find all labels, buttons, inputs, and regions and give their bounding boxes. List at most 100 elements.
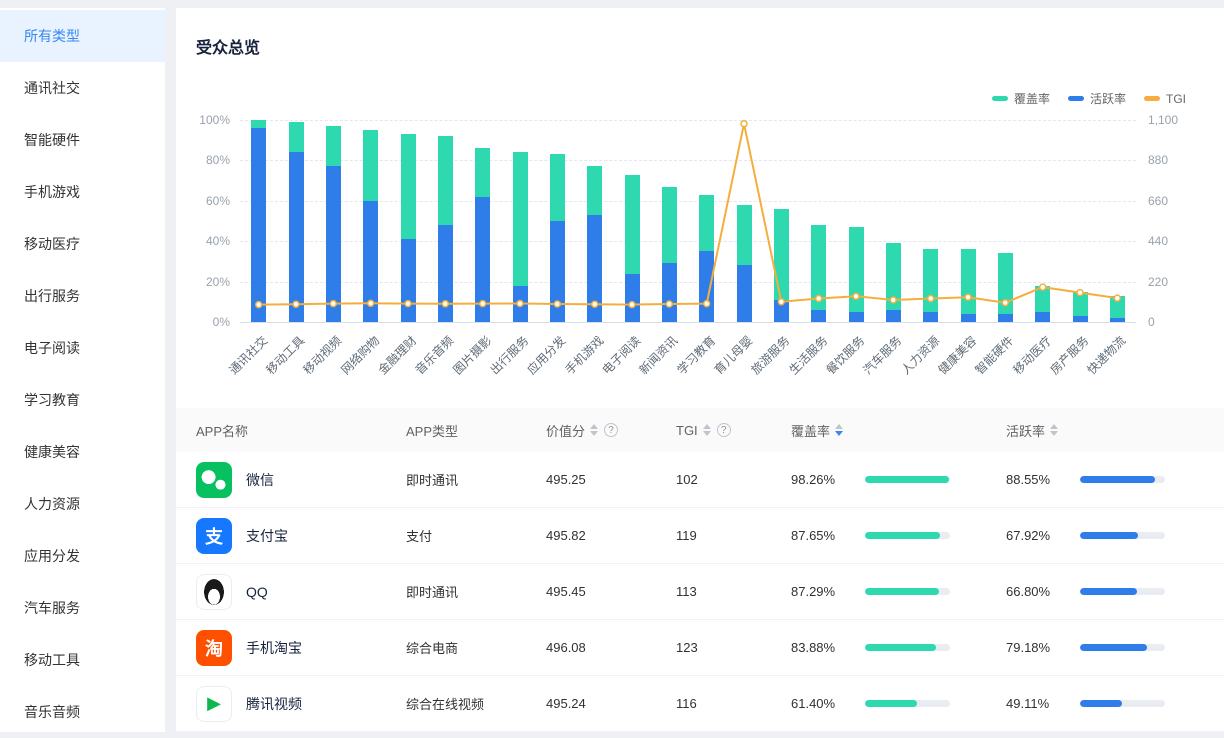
sidebar-item[interactable]: 所有类型 (0, 10, 165, 62)
coverage-bar (865, 532, 950, 539)
sidebar-item[interactable]: 移动医疗 (0, 218, 165, 270)
app-type-cell: 即时通讯 (406, 470, 546, 489)
sidebar-item[interactable]: 智能硬件 (0, 114, 165, 166)
app-name: 手机淘宝 (246, 638, 302, 658)
table-header: APP名称APP类型价值分?TGI?覆盖率活跃率 (176, 408, 1224, 452)
activity-bar-fill (1080, 644, 1147, 651)
sort-carets[interactable] (1050, 424, 1058, 436)
sidebar-item[interactable]: 音乐音频 (0, 686, 165, 738)
sort-desc-icon[interactable] (835, 431, 843, 436)
x-axis-label: 快递物流 (1083, 332, 1129, 378)
chart-legend: 覆盖率 活跃率 TGI (992, 90, 1186, 107)
y-axis-label-right: 880 (1148, 153, 1168, 167)
app-type-cell: 综合在线视频 (406, 694, 546, 713)
taobao-icon: 淘 (196, 630, 232, 666)
x-axis-label: 手机游戏 (561, 332, 607, 378)
legend-marker (1068, 96, 1084, 101)
activity-cell: 79.18% (1006, 640, 1204, 655)
tgi-point (704, 301, 710, 307)
sort-carets[interactable] (703, 424, 711, 436)
y-axis-label-left: 100% (199, 113, 230, 127)
sort-carets[interactable] (590, 424, 598, 436)
activity-value: 66.80% (1006, 584, 1070, 599)
app-name: 腾讯视频 (246, 694, 302, 714)
sort-asc-icon[interactable] (835, 424, 843, 429)
x-axis-label: 生活服务 (785, 332, 831, 378)
column-header-name: APP名称 (196, 421, 406, 440)
sort-asc-icon[interactable] (590, 424, 598, 429)
column-header-cov[interactable]: 覆盖率 (791, 421, 1006, 440)
tgi-point (1114, 295, 1120, 301)
sidebar-item[interactable]: 移动工具 (0, 634, 165, 686)
sidebar-item[interactable]: 学习教育 (0, 374, 165, 426)
sidebar-item[interactable]: 电子阅读 (0, 322, 165, 374)
tgi-point (517, 301, 523, 307)
sort-carets[interactable] (835, 424, 843, 436)
x-axis-label: 出行服务 (486, 332, 532, 378)
y-axis-label-right: 220 (1148, 275, 1168, 289)
legend-item[interactable]: 覆盖率 (992, 90, 1050, 107)
sidebar-item[interactable]: 手机游戏 (0, 166, 165, 218)
tgi-point (890, 297, 896, 303)
app-table: APP名称APP类型价值分?TGI?覆盖率活跃率 微信即时通讯495.25102… (176, 408, 1224, 732)
y-axis-label-left: 40% (206, 234, 230, 248)
legend-marker (1144, 96, 1160, 101)
sidebar-item[interactable]: 汽车服务 (0, 582, 165, 634)
legend-item[interactable]: TGI (1144, 92, 1186, 106)
activity-cell: 67.92% (1006, 528, 1204, 543)
coverage-bar-fill (865, 644, 936, 651)
coverage-bar (865, 700, 950, 707)
y-axis-label-left: 80% (206, 153, 230, 167)
sort-desc-icon[interactable] (703, 431, 711, 436)
tgi-point (1040, 284, 1046, 290)
sidebar-item[interactable]: 人力资源 (0, 478, 165, 530)
app-name-cell: ▶腾讯视频 (196, 686, 406, 722)
column-header-tgi[interactable]: TGI? (676, 423, 791, 438)
sort-asc-icon[interactable] (703, 424, 711, 429)
column-header-act[interactable]: 活跃率 (1006, 421, 1204, 440)
sidebar-item[interactable]: 出行服务 (0, 270, 165, 322)
value-score-cell: 495.24 (546, 696, 676, 711)
coverage-bar-fill (865, 532, 940, 539)
column-label: APP名称 (196, 421, 248, 440)
tgi-cell: 119 (676, 528, 791, 543)
coverage-bar-fill (865, 588, 939, 595)
sort-asc-icon[interactable] (1050, 424, 1058, 429)
sort-desc-icon[interactable] (1050, 431, 1058, 436)
activity-bar (1080, 700, 1165, 707)
tgi-point (592, 301, 598, 307)
value-score-cell: 495.82 (546, 528, 676, 543)
tgi-cell: 102 (676, 472, 791, 487)
sidebar-item[interactable]: 通讯社交 (0, 62, 165, 114)
value-score-cell: 496.08 (546, 640, 676, 655)
help-icon[interactable]: ? (604, 423, 618, 437)
value-score-cell: 495.45 (546, 584, 676, 599)
coverage-cell: 83.88% (791, 640, 1006, 655)
activity-value: 49.11% (1006, 696, 1070, 711)
x-axis-label: 人力资源 (897, 332, 943, 378)
app-name-cell: QQ (196, 574, 406, 610)
value-score-cell: 495.25 (546, 472, 676, 487)
coverage-value: 61.40% (791, 696, 855, 711)
coverage-cell: 87.65% (791, 528, 1006, 543)
tgi-point (629, 302, 635, 308)
legend-label: TGI (1166, 92, 1186, 106)
x-axis-label: 网络购物 (337, 332, 383, 378)
table-row: 微信即时通讯495.2510298.26%88.55% (176, 452, 1224, 508)
x-axis-label: 新闻资讯 (635, 332, 681, 378)
help-icon[interactable]: ? (717, 423, 731, 437)
activity-bar (1080, 532, 1165, 539)
coverage-cell: 87.29% (791, 584, 1006, 599)
legend-item[interactable]: 活跃率 (1068, 90, 1126, 107)
tgi-point (928, 296, 934, 302)
activity-value: 88.55% (1006, 472, 1070, 487)
legend-label: 覆盖率 (1014, 90, 1050, 107)
activity-value: 79.18% (1006, 640, 1070, 655)
column-header-value[interactable]: 价值分? (546, 421, 676, 440)
tgi-point (1002, 300, 1008, 306)
app-icon-glyph: 支 (205, 523, 223, 549)
table-body: 微信即时通讯495.2510298.26%88.55%支支付宝支付495.821… (176, 452, 1224, 732)
sidebar-item[interactable]: 应用分发 (0, 530, 165, 582)
sort-desc-icon[interactable] (590, 431, 598, 436)
sidebar-item[interactable]: 健康美容 (0, 426, 165, 478)
